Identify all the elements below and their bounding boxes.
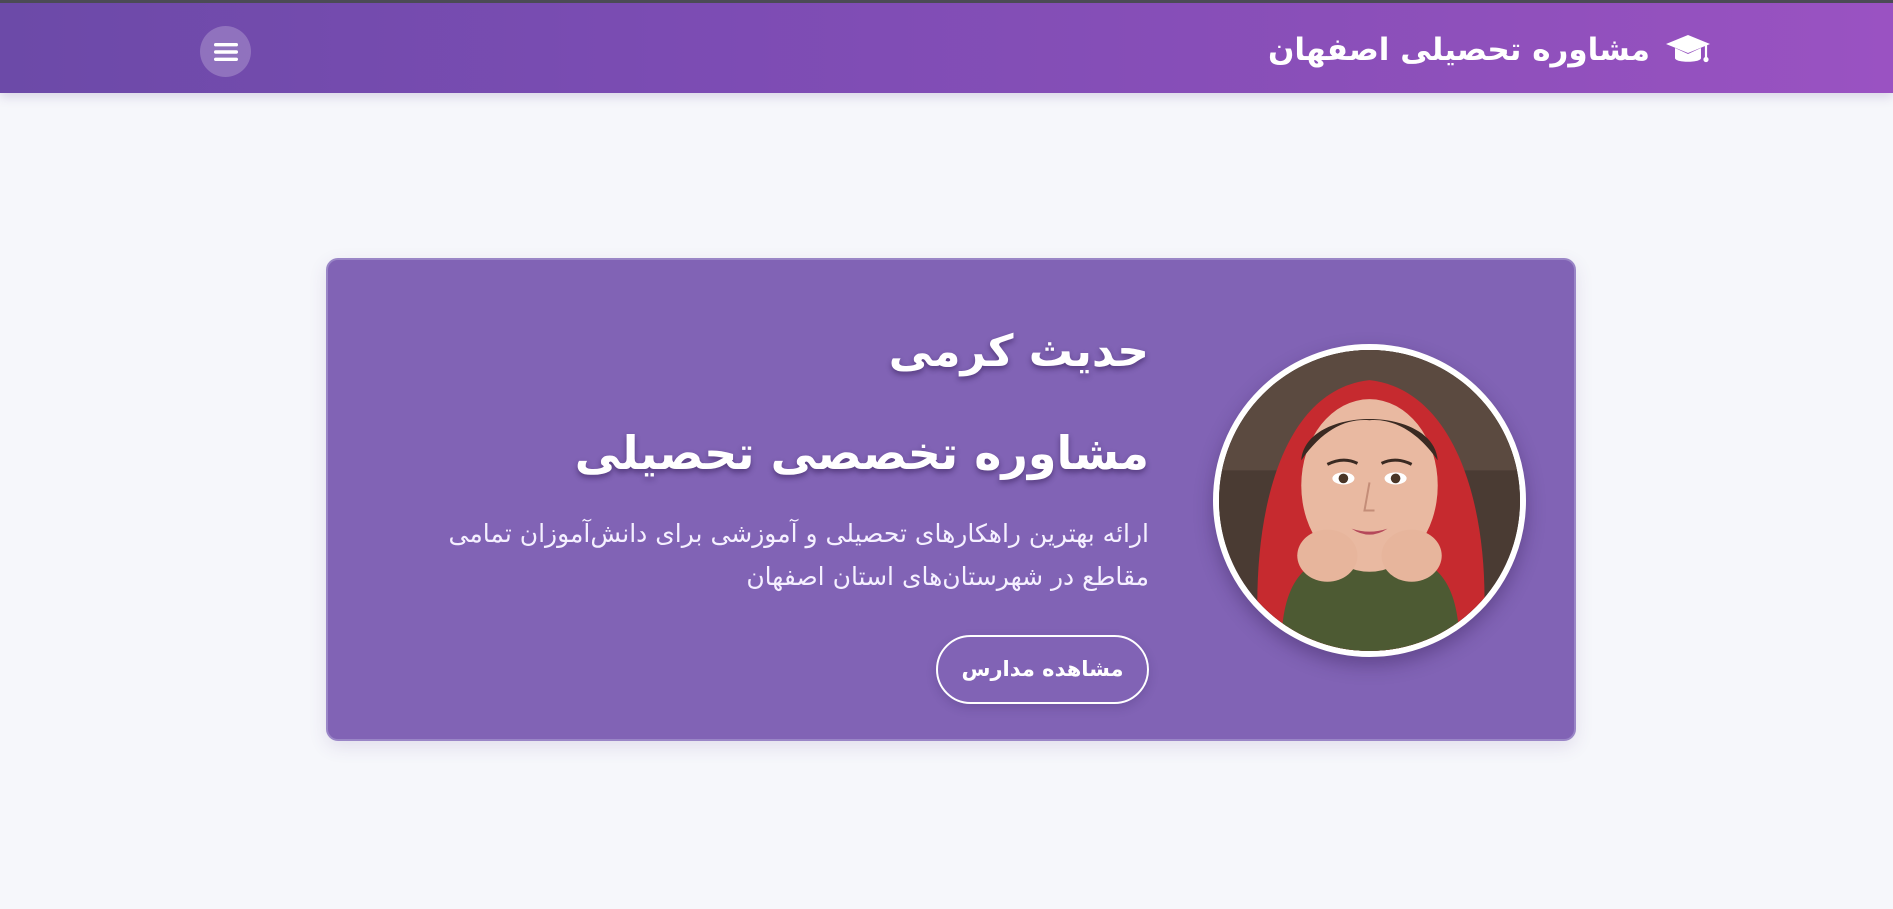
advisor-name: حدیث کرمی	[888, 326, 1149, 377]
hero-card: حدیث کرمی مشاوره تخصصی تحصیلی ارائه بهتر…	[326, 258, 1576, 741]
hamburger-menu-icon	[213, 42, 238, 61]
hero-description: ارائه بهترین راهکارهای تحصیلی و آموزشی ب…	[448, 519, 1149, 591]
menu-toggle-button[interactable]	[200, 26, 251, 77]
view-schools-button[interactable]: مشاهده مدارس	[936, 635, 1149, 704]
brand[interactable]: مشاوره تحصیلی اصفهان	[1268, 25, 1712, 75]
hero-title: مشاوره تخصصی تحصیلی	[574, 426, 1149, 480]
graduation-cap-icon	[1666, 35, 1710, 63]
profile-photo	[1219, 350, 1520, 651]
hero-text: حدیث کرمی مشاوره تخصصی تحصیلی ارائه بهتر…	[389, 320, 1149, 704]
avatar	[1213, 344, 1526, 657]
brand-title: مشاوره تحصیلی اصفهان	[1267, 32, 1650, 68]
top-navbar: مشاوره تحصیلی اصفهان	[0, 0, 1893, 93]
